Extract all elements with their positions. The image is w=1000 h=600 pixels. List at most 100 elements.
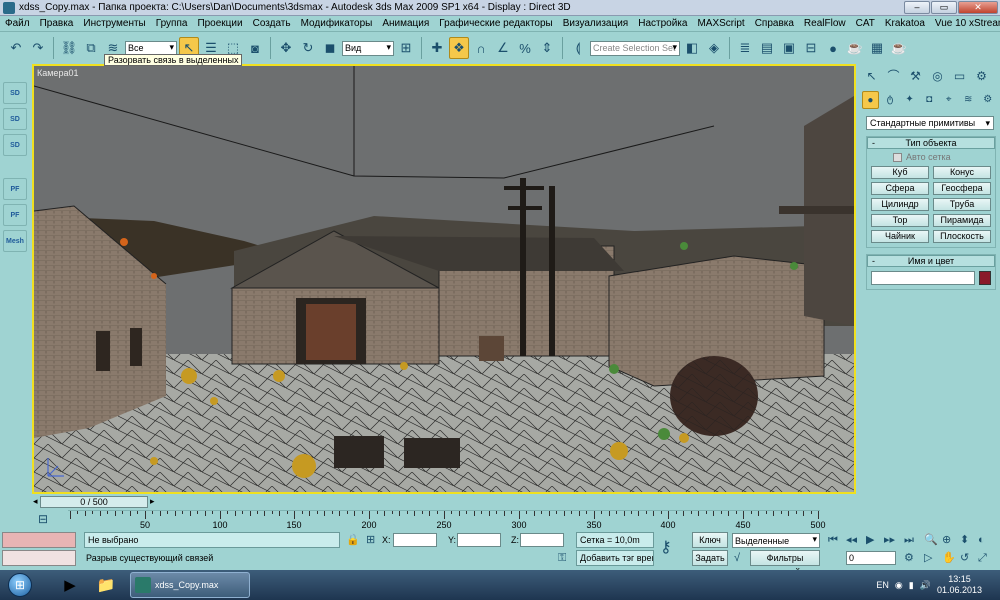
orbit-icon[interactable]: ◐ bbox=[978, 532, 985, 548]
teapot-button[interactable]: Чайник bbox=[871, 230, 929, 243]
time-prev-icon[interactable]: ◂ bbox=[33, 496, 38, 507]
reference-coord-dropdown[interactable]: Вид bbox=[342, 40, 394, 56]
cameras-icon[interactable]: ◘ bbox=[921, 91, 938, 109]
network-icon[interactable]: ▮ bbox=[909, 580, 914, 591]
menu-cat[interactable]: CAT bbox=[851, 18, 880, 29]
spinner-snap-icon[interactable]: ⇕ bbox=[537, 37, 557, 59]
previous-frame-icon[interactable]: ◂◂ bbox=[846, 532, 857, 548]
undo-icon[interactable]: ↶ bbox=[6, 37, 26, 59]
align-icon[interactable]: ◈ bbox=[704, 37, 724, 59]
menu-file[interactable]: Файл bbox=[0, 18, 35, 29]
percent-snap-icon[interactable]: % bbox=[515, 37, 535, 59]
add-time-tag[interactable]: Добавить тэг врем bbox=[576, 550, 654, 566]
render-setup-icon[interactable]: ☕ bbox=[845, 37, 865, 59]
geosphere-button[interactable]: Геосфера bbox=[933, 182, 991, 195]
tray-app-icon[interactable]: ◉ bbox=[895, 580, 903, 591]
zoom-icon[interactable]: 🔍 bbox=[924, 532, 938, 548]
time-slider[interactable]: ◂ 0 / 500 ▸ bbox=[32, 495, 856, 509]
window-crossing-icon[interactable]: ◙ bbox=[245, 37, 265, 59]
start-button[interactable]: ⊞ bbox=[0, 570, 40, 600]
quick-render-icon[interactable]: ☕ bbox=[889, 37, 909, 59]
cone-button[interactable]: Конус bbox=[933, 166, 991, 179]
maximize-viewport-icon[interactable]: ⤢ bbox=[978, 550, 987, 566]
camera-viewport[interactable]: Камера01 bbox=[32, 64, 856, 494]
max-script-listener[interactable] bbox=[2, 532, 76, 548]
object-type-header[interactable]: - Тип объекта bbox=[867, 137, 995, 149]
auto-key-button[interactable]: Ключ bbox=[692, 532, 728, 548]
mirror-icon[interactable]: ◧ bbox=[682, 37, 702, 59]
track-bar-toggle-icon[interactable]: ⊟ bbox=[38, 512, 48, 526]
rendered-frame-icon[interactable]: ▦ bbox=[867, 37, 887, 59]
key-filters-button[interactable]: Фильтры ключей bbox=[750, 550, 820, 577]
cylinder-button[interactable]: Цилиндр bbox=[871, 198, 929, 211]
current-frame-field[interactable]: 0 bbox=[846, 551, 896, 565]
named-selection-dropdown[interactable]: Create Selection Set bbox=[590, 40, 680, 56]
angle-snap-icon[interactable]: ∠ bbox=[493, 37, 513, 59]
keyboard-shortcut-override-icon[interactable]: ❖ bbox=[449, 37, 469, 59]
material-editor-icon[interactable]: ● bbox=[823, 37, 843, 59]
key-tangent-icon[interactable]: √ bbox=[734, 550, 740, 566]
pivot-center-icon[interactable]: ⊞ bbox=[396, 37, 416, 59]
rotate-icon[interactable]: ↻ bbox=[298, 37, 318, 59]
space-warps-icon[interactable]: ≋ bbox=[960, 91, 977, 109]
motion-tab-icon[interactable]: ◎ bbox=[928, 67, 947, 85]
name-color-header[interactable]: - Имя и цвет bbox=[867, 255, 995, 267]
set-key-button[interactable]: Задать bbox=[692, 550, 728, 566]
max-script-mini-listener[interactable] bbox=[2, 550, 76, 566]
menu-graph-editors[interactable]: Графические редакторы bbox=[434, 18, 557, 29]
time-tag-icon[interactable]: ⚿ bbox=[558, 550, 566, 566]
roll-icon[interactable]: ↺ bbox=[960, 550, 969, 566]
menu-create[interactable]: Создать bbox=[248, 18, 296, 29]
plane-button[interactable]: Плоскость bbox=[933, 230, 991, 243]
torus-button[interactable]: Тор bbox=[871, 214, 929, 227]
pf-button-1[interactable]: PF bbox=[3, 178, 27, 200]
tube-button[interactable]: Труба bbox=[933, 198, 991, 211]
menu-vue[interactable]: Vue 10 xStream bbox=[930, 18, 1000, 29]
menu-rendering[interactable]: Визуализация bbox=[558, 18, 633, 29]
close-button[interactable]: ✕ bbox=[958, 1, 998, 14]
autogrid-checkbox[interactable] bbox=[893, 152, 902, 162]
create-tab-icon[interactable]: ↖ bbox=[862, 67, 881, 85]
menu-animation[interactable]: Анимация bbox=[377, 18, 434, 29]
track-bar[interactable]: 50 100 150 200 250 300 350 400 450 500 bbox=[68, 510, 826, 530]
viewport-label[interactable]: Камера01 bbox=[37, 68, 78, 78]
mesh-button[interactable]: Mesh bbox=[3, 230, 27, 252]
unlink-selection-icon[interactable]: ⧉ bbox=[81, 37, 101, 59]
menu-maxscript[interactable]: MAXScript bbox=[692, 18, 749, 29]
menu-views[interactable]: Проекции bbox=[192, 18, 247, 29]
object-color-swatch[interactable] bbox=[979, 271, 991, 285]
layer-manager-icon[interactable]: ≣ bbox=[735, 37, 755, 59]
select-and-link-icon[interactable]: ⛓ bbox=[59, 37, 79, 59]
box-button[interactable]: Куб bbox=[871, 166, 929, 179]
menu-group[interactable]: Группа bbox=[151, 18, 193, 29]
z-coordinate-field[interactable] bbox=[520, 533, 564, 547]
snaps-toggle-icon[interactable]: ∩ bbox=[471, 37, 491, 59]
sd-button-2[interactable]: SD bbox=[3, 108, 27, 130]
menu-edit[interactable]: Правка bbox=[35, 18, 79, 29]
key-mode-dropdown[interactable]: Выделенные bbox=[732, 533, 820, 548]
move-icon[interactable]: ✥ bbox=[276, 37, 296, 59]
menu-krakatoa[interactable]: Krakatoa bbox=[880, 18, 930, 29]
shapes-icon[interactable]: ტ bbox=[882, 91, 899, 109]
sphere-button[interactable]: Сфера bbox=[871, 182, 929, 195]
graphite-modeling-icon[interactable]: ▤ bbox=[757, 37, 777, 59]
clock[interactable]: 13:15 01.06.2013 bbox=[937, 574, 982, 596]
lock-icon[interactable]: 🔒 bbox=[346, 532, 360, 548]
zoom-all-icon[interactable]: ⊕ bbox=[942, 532, 951, 548]
go-to-end-icon[interactable]: ⏭ bbox=[904, 532, 914, 548]
media-player-icon[interactable]: ▶ bbox=[54, 572, 86, 598]
object-category-dropdown[interactable]: Стандартные примитивы bbox=[866, 116, 994, 130]
field-of-view-icon[interactable]: ▷ bbox=[924, 550, 932, 566]
geometry-icon[interactable]: ● bbox=[862, 91, 879, 109]
file-explorer-icon[interactable]: 📁 bbox=[90, 572, 122, 598]
scale-icon[interactable]: ◼ bbox=[320, 37, 340, 59]
systems-icon[interactable]: ⚙ bbox=[979, 91, 996, 109]
display-tab-icon[interactable]: ▭ bbox=[950, 67, 969, 85]
x-coordinate-field[interactable] bbox=[393, 533, 437, 547]
utilities-tab-icon[interactable]: ⚙ bbox=[972, 67, 991, 85]
menu-realflow[interactable]: RealFlow bbox=[799, 18, 851, 29]
time-next-icon[interactable]: ▸ bbox=[150, 496, 155, 507]
select-manipulate-icon[interactable]: ✚ bbox=[427, 37, 447, 59]
time-slider-thumb[interactable]: 0 / 500 bbox=[40, 496, 148, 508]
sd-button-1[interactable]: SD bbox=[3, 82, 27, 104]
